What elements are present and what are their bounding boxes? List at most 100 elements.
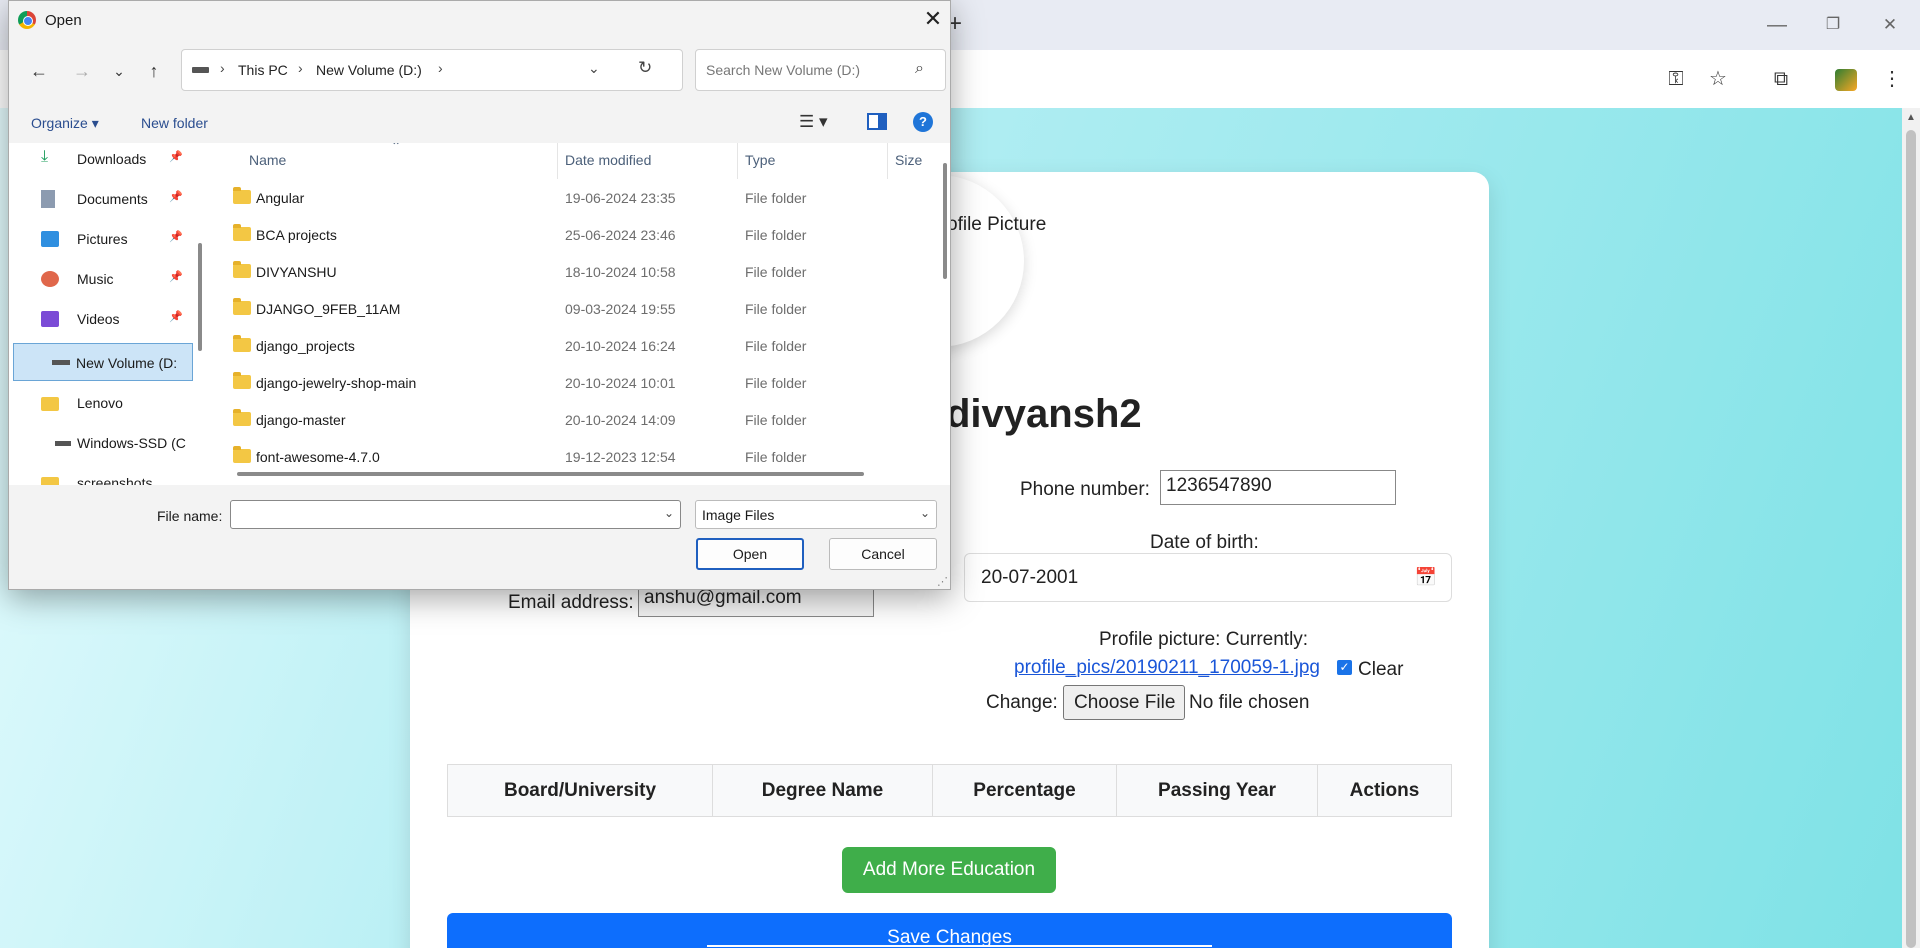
- file-name: BCA projects: [256, 227, 337, 243]
- resize-grip-icon[interactable]: ⋰: [937, 575, 948, 588]
- breadcrumb-this-pc[interactable]: This PC: [238, 62, 288, 78]
- folder-icon: [233, 261, 251, 278]
- file-row[interactable]: DIVYANSHU 18-10-2024 10:58 File folder: [207, 254, 940, 291]
- back-arrow-icon[interactable]: ←: [27, 59, 51, 83]
- col-passing-year: Passing Year: [1116, 764, 1318, 817]
- dialog-titlebar[interactable]: Open ✕: [9, 1, 950, 39]
- profile-picture-link[interactable]: profile_pics/20190211_170059-1.jpg: [1014, 657, 1320, 679]
- column-type[interactable]: Type: [745, 152, 775, 168]
- search-box[interactable]: Search New Volume (D:) ⌕: [695, 49, 946, 91]
- nav-item-label: Videos: [77, 311, 120, 327]
- nav-item-music[interactable]: Music 📌: [11, 263, 191, 295]
- no-file-text: No file chosen: [1189, 692, 1310, 713]
- crumb-chevron-icon: ›: [438, 60, 443, 76]
- nav-item-lenovo[interactable]: Lenovo: [11, 387, 191, 419]
- dialog-footer: File name: ⌄ Image Files ⌄ Open Cancel ⋰: [9, 485, 950, 589]
- address-dropdown-icon[interactable]: ⌄: [588, 60, 600, 77]
- open-button[interactable]: Open: [696, 538, 804, 570]
- file-row[interactable]: Angular 19-06-2024 23:35 File folder: [207, 180, 940, 217]
- column-name[interactable]: Name: [249, 152, 286, 168]
- refresh-icon[interactable]: ↻: [638, 58, 652, 78]
- file-type-value: Image Files: [702, 507, 775, 523]
- column-size[interactable]: Size: [895, 152, 922, 168]
- nav-item-label: Windows-SSD (C: [77, 435, 186, 451]
- add-education-button[interactable]: Add More Education: [842, 847, 1056, 893]
- column-separator[interactable]: [737, 143, 738, 179]
- clear-checkbox[interactable]: ✓: [1337, 660, 1352, 675]
- phone-input[interactable]: 1236547890: [1160, 470, 1396, 505]
- new-folder-button[interactable]: New folder: [141, 115, 208, 131]
- file-name: DIVYANSHU: [256, 264, 337, 280]
- dob-label: Date of birth:: [1150, 532, 1259, 553]
- view-options-icon[interactable]: ☰ ▾: [799, 112, 828, 132]
- nav-item-windows-ssd[interactable]: Windows-SSD (C: [11, 427, 191, 459]
- file-date: 19-12-2023 12:54: [565, 449, 676, 465]
- file-date: 20-10-2024 14:09: [565, 412, 676, 428]
- save-changes-button[interactable]: Save Changes: [447, 913, 1452, 948]
- dialog-close-icon[interactable]: ✕: [919, 5, 947, 33]
- minimize-button[interactable]: —: [1764, 12, 1790, 38]
- preview-pane-icon[interactable]: [867, 113, 887, 130]
- file-row[interactable]: BCA projects 25-06-2024 23:46 File folder: [207, 217, 940, 254]
- restore-button[interactable]: ❐: [1820, 12, 1846, 38]
- folder-icon: [41, 397, 59, 411]
- search-icon[interactable]: ⌕: [915, 60, 924, 78]
- file-row[interactable]: DJANGO_9FEB_11AM 09-03-2024 19:55 File fol…: [207, 291, 940, 328]
- nav-item-label: screenshots: [77, 475, 153, 485]
- file-date: 20-10-2024 16:24: [565, 338, 676, 354]
- help-icon[interactable]: ?: [913, 112, 933, 132]
- file-date: 25-06-2024 23:46: [565, 227, 676, 243]
- cancel-button[interactable]: Cancel: [829, 538, 937, 570]
- nav-item-new-volume[interactable]: New Volume (D:: [13, 343, 193, 381]
- extensions-icon[interactable]: ⧉: [1767, 65, 1795, 93]
- bookmark-star-icon[interactable]: ☆: [1704, 65, 1732, 93]
- folder-icon: [233, 335, 251, 352]
- save-focus-underline: [707, 945, 1212, 947]
- nav-item-downloads[interactable]: ⤓ Downloads 📌: [11, 143, 191, 175]
- dob-input[interactable]: 20-07-2001 📅: [964, 553, 1452, 602]
- file-type-select[interactable]: Image Files ⌄: [695, 500, 937, 529]
- password-key-icon[interactable]: ⚿: [1662, 65, 1690, 93]
- file-name-input[interactable]: ⌄: [230, 500, 681, 529]
- file-row[interactable]: django-jewelry-shop-main 20-10-2024 10:01…: [207, 365, 940, 402]
- file-name: django_projects: [256, 338, 355, 354]
- nav-item-videos[interactable]: Videos 📌: [11, 303, 191, 335]
- nav-item-label: Music: [77, 271, 114, 287]
- file-row[interactable]: font-awesome-4.7.0 19-12-2023 12:54 File f…: [207, 439, 940, 476]
- nav-item-pictures[interactable]: Pictures 📌: [11, 223, 191, 255]
- organize-button[interactable]: Organize ▾: [31, 115, 99, 132]
- file-name: DJANGO_9FEB_11AM: [256, 301, 401, 317]
- recent-locations-chevron-icon[interactable]: ⌄: [107, 59, 131, 83]
- file-type: File folder: [745, 190, 807, 206]
- window-close-button[interactable]: ✕: [1877, 12, 1903, 38]
- file-row[interactable]: django_projects 20-10-2024 16:24 File fold…: [207, 328, 940, 365]
- file-row[interactable]: django-master 20-10-2024 14:09 File folder: [207, 402, 940, 439]
- profile-avatar[interactable]: [1835, 69, 1857, 91]
- column-separator[interactable]: [557, 143, 558, 179]
- forward-arrow-icon[interactable]: →: [70, 59, 94, 83]
- browser-menu-icon[interactable]: ⋮: [1878, 65, 1906, 93]
- nav-item-documents[interactable]: Documents 📌: [11, 183, 191, 215]
- music-icon: [41, 271, 59, 287]
- breadcrumb-new-volume[interactable]: New Volume (D:): [316, 62, 422, 78]
- folder-icon: [233, 446, 251, 463]
- file-list-vertical-scrollbar[interactable]: [940, 143, 950, 485]
- calendar-icon[interactable]: 📅: [1415, 567, 1437, 588]
- column-date-modified[interactable]: Date modified: [565, 152, 651, 168]
- drive-icon: [52, 360, 70, 365]
- profile-picture-label: Profile picture: Currently:: [1099, 629, 1309, 650]
- folder-icon: [233, 409, 251, 426]
- chevron-down-icon[interactable]: ⌄: [664, 506, 674, 520]
- file-list-horizontal-scrollbar[interactable]: [237, 472, 864, 476]
- navigation-pane-scrollbar[interactable]: [194, 143, 206, 485]
- education-table: Board/University Degree Name Percentage …: [447, 764, 1452, 817]
- choose-file-button[interactable]: Choose File: [1063, 685, 1185, 720]
- nav-item-screenshots[interactable]: screenshots: [11, 467, 191, 485]
- path-address-bar[interactable]: › This PC › New Volume (D:) › ⌄ ↻: [181, 49, 683, 91]
- column-separator[interactable]: [887, 143, 888, 179]
- folder-icon: [233, 298, 251, 315]
- page-scrollbar[interactable]: ▲: [1902, 108, 1920, 948]
- folder-icon: [233, 372, 251, 389]
- folder-icon: [41, 477, 59, 485]
- up-arrow-icon[interactable]: ↑: [142, 59, 166, 83]
